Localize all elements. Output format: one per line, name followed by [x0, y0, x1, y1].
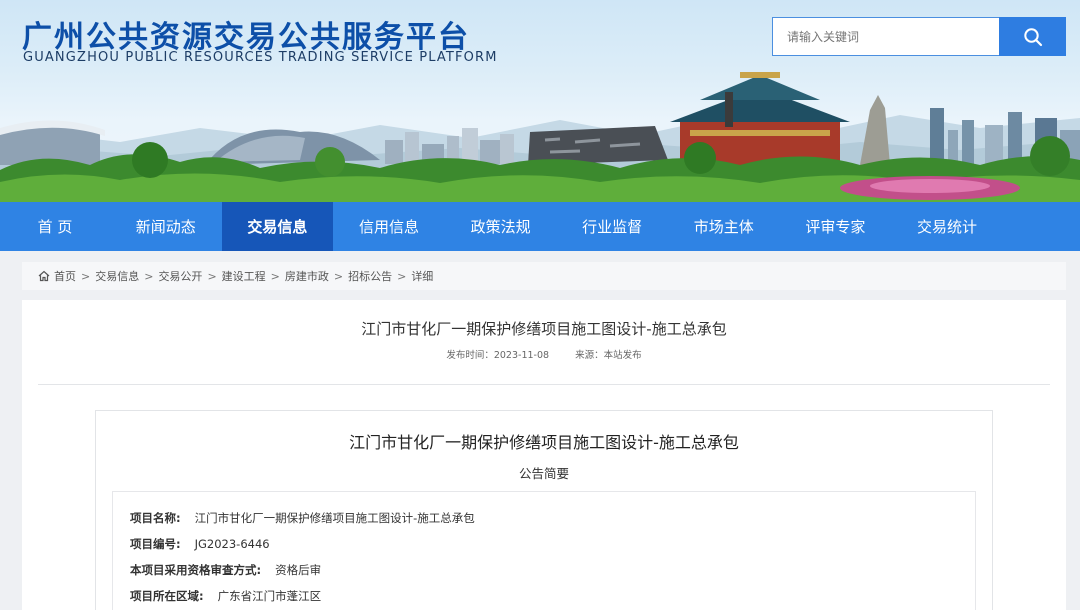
published-date: 2023-11-08 — [493, 350, 550, 361]
source-value: 本站发布 — [603, 350, 642, 361]
field-value: 广东省江门市蓬江区 — [217, 589, 322, 603]
field-review-method: 本项目采用资格审查方式: 资格后审 — [130, 562, 321, 578]
breadcrumb-separator: > — [270, 269, 280, 283]
search-icon — [1023, 27, 1042, 46]
article-meta: 发布时间：2023-11-08 来源：本站发布 — [22, 347, 1066, 361]
breadcrumb-separator: > — [397, 269, 407, 283]
summary-box: 项目名称: 江门市甘化厂一期保护修缮项目施工图设计-施工总承包 项目编号: JG20… — [112, 491, 976, 610]
breadcrumb-separator: > — [144, 269, 154, 283]
nav-item-statistics[interactable]: 交易统计 — [891, 202, 1003, 251]
home-icon[interactable] — [38, 270, 50, 282]
published-label: 发布时间： — [446, 350, 494, 361]
nav-item-experts[interactable]: 评审专家 — [780, 202, 892, 251]
main-nav: 首 页 新闻动态 交易信息 信用信息 政策法规 行业监督 市场主体 评审专家 交… — [0, 202, 1080, 251]
divider — [38, 384, 1050, 385]
field-value: 江门市甘化厂一期保护修缮项目施工图设计-施工总承包 — [194, 511, 475, 525]
breadcrumb-separator: > — [333, 269, 344, 283]
breadcrumb-trading-info[interactable]: 交易信息 — [95, 268, 139, 284]
notice-card: 江门市甘化厂一期保护修缮项目施工图设计-施工总承包 公告简要 项目名称: 江门市甘… — [95, 410, 993, 610]
notice-subtitle: 公告简要 — [518, 466, 569, 481]
notice-title: 江门市甘化厂一期保护修缮项目施工图设计-施工总承包 — [349, 433, 739, 452]
breadcrumb-separator: > — [81, 269, 91, 283]
nav-item-policies[interactable]: 政策法规 — [445, 202, 557, 251]
page-title: 江门市甘化厂一期保护修缮项目施工图设计-施工总承包 — [361, 320, 727, 338]
field-project-number: 项目编号: JG2023-6446 — [130, 536, 270, 552]
field-label: 本项目采用资格审查方式: — [130, 563, 262, 577]
breadcrumb-housing-municipal[interactable]: 房建市政 — [285, 268, 329, 284]
nav-item-home[interactable]: 首 页 — [0, 202, 110, 251]
search-button[interactable] — [999, 17, 1066, 56]
field-project-name: 项目名称: 江门市甘化厂一期保护修缮项目施工图设计-施工总承包 — [130, 510, 475, 526]
breadcrumb-trading-public[interactable]: 交易公开 — [158, 268, 202, 284]
field-label: 项目名称: — [130, 511, 181, 525]
breadcrumb-separator: > — [207, 269, 217, 283]
site-subtitle: GUANGZHOU PUBLIC RESOURCES TRADING SERVI… — [23, 50, 498, 65]
field-value: 资格后审 — [275, 563, 322, 577]
article-panel: 江门市甘化厂一期保护修缮项目施工图设计-施工总承包 发布时间：2023-11-0… — [22, 300, 1066, 610]
field-project-region: 项目所在区域: 广东省江门市蓬江区 — [130, 588, 321, 604]
breadcrumb: 首页 > 交易信息 > 交易公开 > 建设工程 > 房建市政 > 招标公告 > … — [22, 262, 1066, 290]
header-banner: 广州公共资源交易公共服务平台 GUANGZHOU PUBLIC RESOURCE… — [0, 0, 1080, 202]
breadcrumb-construction[interactable]: 建设工程 — [222, 268, 266, 284]
field-label: 项目所在区域: — [130, 589, 204, 603]
nav-item-trading-info[interactable]: 交易信息 — [221, 202, 334, 251]
nav-item-news[interactable]: 新闻动态 — [110, 202, 222, 251]
nav-item-credit-info[interactable]: 信用信息 — [333, 202, 445, 251]
nav-item-market-entities[interactable]: 市场主体 — [668, 202, 780, 251]
breadcrumb-home[interactable]: 首页 — [54, 268, 76, 284]
breadcrumb-tender-notice[interactable]: 招标公告 — [348, 268, 392, 284]
source-label: 来源： — [575, 350, 604, 361]
breadcrumb-detail: 详细 — [411, 270, 434, 283]
nav-item-supervision[interactable]: 行业监督 — [556, 202, 668, 251]
field-value: JG2023-6446 — [194, 537, 270, 551]
field-label: 项目编号: — [130, 537, 181, 551]
search-input[interactable] — [772, 17, 1000, 56]
